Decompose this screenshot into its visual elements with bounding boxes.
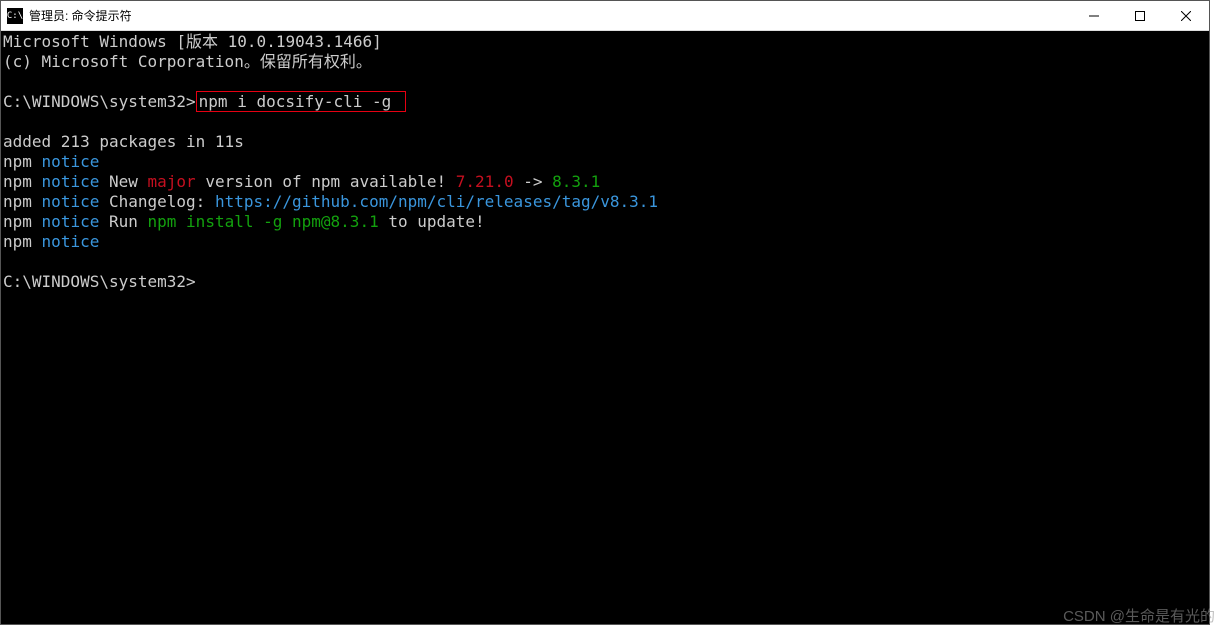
close-button[interactable] bbox=[1163, 1, 1209, 30]
notice-label: notice bbox=[42, 232, 100, 251]
highlighted-command: npm i docsify-cli -g bbox=[196, 91, 406, 112]
output-line: added 213 packages in 11s bbox=[3, 132, 244, 151]
titlebar-left: C:\ 管理员: 命令提示符 bbox=[7, 7, 132, 24]
npm-prefix: npm bbox=[3, 152, 32, 171]
notice-label: notice bbox=[42, 212, 100, 231]
notice-text: Changelog: bbox=[99, 192, 215, 211]
update-command: npm install -g npm@8.3.1 bbox=[148, 212, 379, 231]
arrow: -> bbox=[514, 172, 553, 191]
notice-label: notice bbox=[42, 172, 100, 191]
old-version: 7.21.0 bbox=[456, 172, 514, 191]
notice-text: to update! bbox=[379, 212, 485, 231]
notice-text: New bbox=[99, 172, 147, 191]
notice-major: major bbox=[148, 172, 196, 191]
window-controls bbox=[1071, 1, 1209, 30]
banner-line: Microsoft Windows [版本 10.0.19043.1466] bbox=[3, 32, 382, 51]
changelog-url: https://github.com/npm/cli/releases/tag/… bbox=[215, 192, 658, 211]
maximize-button[interactable] bbox=[1117, 1, 1163, 30]
cmd-window: C:\ 管理员: 命令提示符 Microsoft Windows [版本 10.… bbox=[0, 0, 1210, 625]
npm-prefix: npm bbox=[3, 192, 32, 211]
npm-prefix: npm bbox=[3, 212, 32, 231]
notice-text: version of npm available! bbox=[196, 172, 456, 191]
new-version: 8.3.1 bbox=[552, 172, 600, 191]
prompt: C:\WINDOWS\system32> bbox=[3, 272, 196, 291]
minimize-button[interactable] bbox=[1071, 1, 1117, 30]
banner-line: (c) Microsoft Corporation。保留所有权利。 bbox=[3, 52, 372, 71]
cmd-icon: C:\ bbox=[7, 8, 23, 24]
notice-label: notice bbox=[42, 152, 100, 171]
terminal-area[interactable]: Microsoft Windows [版本 10.0.19043.1466] (… bbox=[1, 31, 1209, 624]
prompt: C:\WINDOWS\system32> bbox=[3, 92, 196, 111]
notice-text: Run bbox=[99, 212, 147, 231]
npm-prefix: npm bbox=[3, 232, 32, 251]
command-text: npm i docsify-cli -g bbox=[199, 92, 392, 111]
window-title: 管理员: 命令提示符 bbox=[29, 7, 132, 24]
notice-label: notice bbox=[42, 192, 100, 211]
npm-prefix: npm bbox=[3, 172, 32, 191]
titlebar[interactable]: C:\ 管理员: 命令提示符 bbox=[1, 1, 1209, 31]
